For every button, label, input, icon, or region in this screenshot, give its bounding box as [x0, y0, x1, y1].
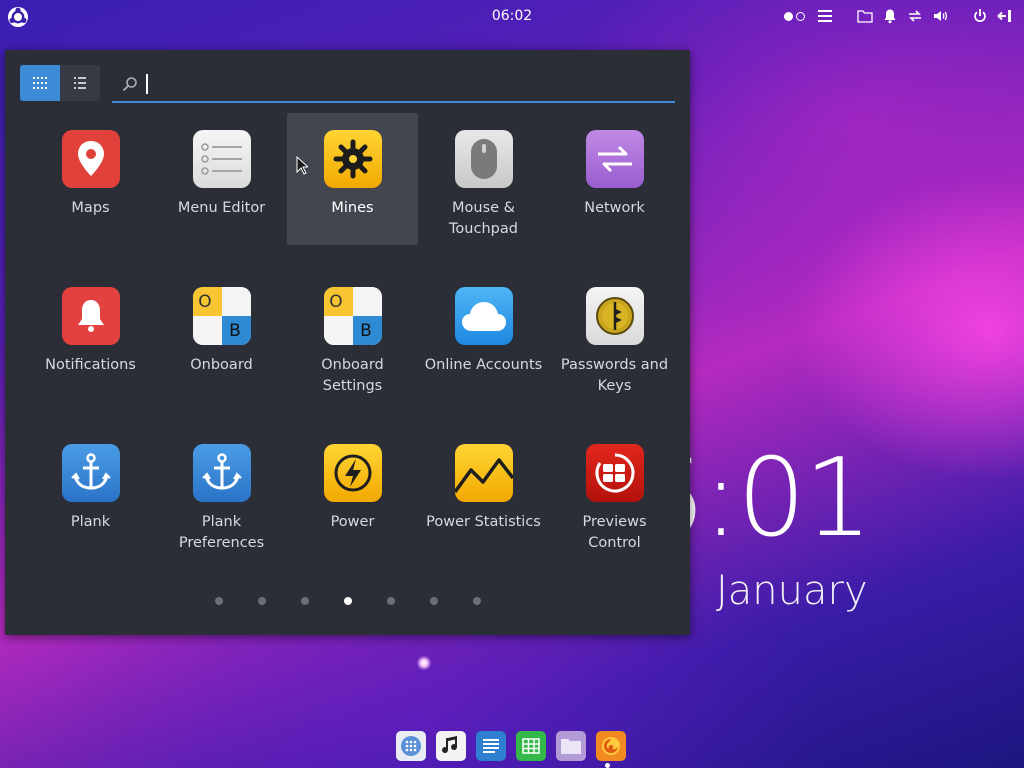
app-maps[interactable]: Maps	[25, 113, 156, 245]
grid-view-button[interactable]	[20, 65, 60, 101]
dock-spreadsheet-icon[interactable]	[516, 731, 546, 761]
logout-icon[interactable]	[996, 7, 1014, 25]
app-label: Network	[584, 200, 645, 216]
view-mode-toggle	[20, 65, 100, 101]
app-online-accounts[interactable]: Online Accounts	[418, 270, 549, 402]
app-plank-preferences[interactable]: Plank Preferences	[156, 427, 287, 559]
desktop-clock-date: January	[716, 568, 868, 614]
indicator-area	[784, 7, 1014, 25]
dock-launcher-icon[interactable]	[396, 731, 426, 761]
workspace-dot-active	[784, 11, 793, 21]
keyring-icon	[585, 287, 644, 345]
svg-text:O: O	[329, 292, 342, 312]
mouse-icon	[454, 130, 513, 188]
app-label: Plank Preferences	[178, 514, 265, 551]
dock-firefox-icon[interactable]	[596, 731, 626, 761]
category-view-icon	[74, 77, 86, 89]
menu-icon[interactable]	[816, 7, 834, 25]
notifications-bell-icon	[61, 287, 120, 345]
app-label: Passwords and Keys	[560, 357, 669, 394]
page-dot-1[interactable]	[214, 597, 223, 605]
app-previews-control[interactable]: Previews Control	[549, 427, 680, 559]
search-icon	[122, 77, 137, 92]
anchor-icon	[61, 444, 120, 502]
cloud-icon	[454, 287, 513, 345]
app-label: Onboard	[190, 357, 253, 373]
app-label: Onboard Settings	[321, 357, 384, 394]
svg-text:O: O	[198, 292, 211, 312]
anchor-preferences-icon	[192, 444, 251, 502]
search-input[interactable]	[146, 72, 670, 98]
onboard-keyboard-icon: O B	[192, 287, 251, 345]
network-arrows-icon	[585, 130, 644, 188]
app-label: Plank	[70, 514, 111, 530]
wallpaper-sparkle	[417, 656, 431, 670]
svg-text:B: B	[229, 321, 241, 341]
text-cursor	[146, 74, 148, 94]
search-bar	[112, 68, 675, 103]
workspace-indicator[interactable]	[784, 11, 805, 21]
app-label: Notifications	[45, 357, 136, 373]
maps-icon	[61, 130, 120, 188]
page-dot-5[interactable]	[386, 597, 395, 605]
dock-running-indicator	[605, 763, 610, 768]
notification-bell-icon[interactable]	[881, 7, 899, 25]
top-panel: 06:02	[0, 0, 1024, 34]
mouse-pointer-icon	[296, 156, 308, 175]
app-mouse-touchpad[interactable]: Mouse & Touchpad	[418, 113, 549, 245]
page-dot-2[interactable]	[257, 597, 266, 605]
menu-editor-icon	[192, 130, 251, 188]
app-network[interactable]: Network	[549, 113, 680, 245]
app-notifications[interactable]: Notifications	[25, 270, 156, 402]
page-dot-6[interactable]	[429, 597, 438, 605]
app-mines[interactable]: Mines	[287, 113, 418, 245]
app-onboard[interactable]: O B Onboard	[156, 270, 287, 402]
onboard-settings-icon: O B	[323, 287, 382, 345]
dock-music-icon[interactable]	[436, 731, 466, 761]
page-dot-3[interactable]	[300, 597, 309, 605]
statistics-graph-icon	[454, 444, 513, 502]
page-dot-4-active[interactable]	[343, 597, 352, 605]
desktop-clock-time: 6:01	[690, 452, 873, 561]
app-label: Mouse & Touchpad	[449, 200, 518, 237]
power-bolt-icon	[323, 444, 382, 502]
page-dot-7[interactable]	[472, 597, 481, 605]
app-label: Power	[330, 514, 375, 530]
volume-icon[interactable]	[931, 7, 949, 25]
application-launcher: Maps Menu Editor Mines Mouse & Touchpad …	[5, 50, 690, 635]
folder-icon[interactable]	[856, 7, 874, 25]
previews-control-icon	[585, 444, 644, 502]
app-label: Menu Editor	[177, 200, 266, 216]
mines-icon	[323, 130, 382, 188]
dock-files-icon[interactable]	[556, 731, 586, 761]
app-label: Online Accounts	[424, 357, 543, 373]
app-label: Power Statistics	[426, 514, 541, 530]
page-indicator	[5, 597, 690, 605]
workspace-dot	[796, 11, 805, 21]
network-icon[interactable]	[906, 7, 924, 25]
app-power-statistics[interactable]: Power Statistics	[418, 427, 549, 559]
app-menu-editor[interactable]: Menu Editor	[156, 113, 287, 245]
category-view-button[interactable]	[60, 65, 100, 101]
app-onboard-settings[interactable]: O B Onboard Settings	[287, 270, 418, 402]
app-label: Previews Control	[582, 514, 647, 551]
dock-text-editor-icon[interactable]	[476, 731, 506, 761]
app-label: Maps	[71, 200, 110, 216]
app-label: Mines	[331, 200, 374, 216]
dock	[396, 731, 626, 761]
svg-text:B: B	[360, 321, 372, 341]
app-plank[interactable]: Plank	[25, 427, 156, 559]
power-icon[interactable]	[971, 7, 989, 25]
app-power[interactable]: Power	[287, 427, 418, 559]
grid-view-icon	[33, 77, 47, 89]
app-passwords-keys[interactable]: Passwords and Keys	[549, 270, 680, 402]
